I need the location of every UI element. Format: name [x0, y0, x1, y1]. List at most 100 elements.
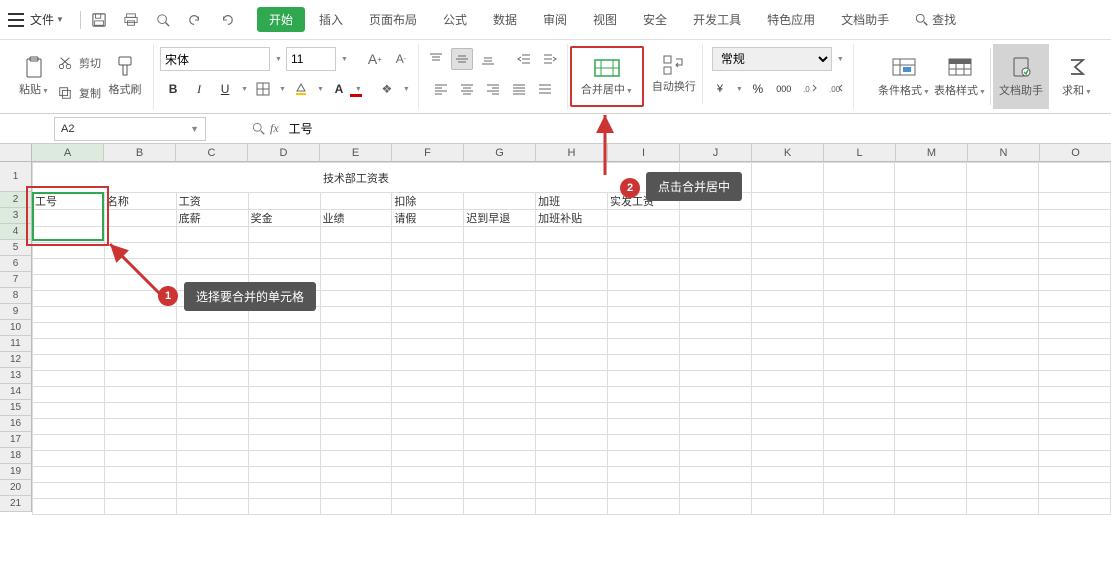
undo-icon[interactable]: [185, 10, 205, 30]
cells-table[interactable]: 技术部工资表 工号 名称 工资 扣除 加班 实发工资 底薪 奖金 业绩 请假: [32, 162, 1111, 515]
tab-insert[interactable]: 插入: [307, 7, 355, 32]
row-header-12[interactable]: 12: [0, 352, 32, 368]
col-header-E[interactable]: E: [320, 144, 392, 162]
row-header-3[interactable]: 3: [0, 208, 32, 224]
underline-button[interactable]: U: [214, 78, 236, 100]
comma-button[interactable]: 000: [773, 78, 795, 100]
col-header-O[interactable]: O: [1040, 144, 1111, 162]
row-header-6[interactable]: 6: [0, 256, 32, 272]
row-header-13[interactable]: 13: [0, 368, 32, 384]
indent-button[interactable]: [539, 48, 561, 70]
row-header-7[interactable]: 7: [0, 272, 32, 288]
font-shrink-button[interactable]: A-: [390, 48, 412, 70]
row-header-11[interactable]: 11: [0, 336, 32, 352]
bold-button[interactable]: B: [162, 78, 184, 100]
row-header-21[interactable]: 21: [0, 496, 32, 512]
inc-decimal-button[interactable]: .0: [799, 78, 821, 100]
preview-icon[interactable]: [153, 10, 173, 30]
cell-H2[interactable]: 加班: [536, 193, 608, 210]
row-header-9[interactable]: 9: [0, 304, 32, 320]
cell-D3[interactable]: 奖金: [248, 210, 320, 227]
col-header-D[interactable]: D: [248, 144, 320, 162]
align-bottom-button[interactable]: [477, 48, 499, 70]
col-header-J[interactable]: J: [680, 144, 752, 162]
border-button[interactable]: [252, 78, 274, 100]
cell-A2[interactable]: 工号: [33, 193, 105, 210]
paste-button[interactable]: 粘贴▼: [12, 44, 56, 104]
cell-title[interactable]: 技术部工资表: [33, 163, 680, 193]
wrap-text-button[interactable]: 自动换行: [646, 44, 703, 104]
sum-button[interactable]: 求和▼: [1049, 44, 1105, 109]
col-header-N[interactable]: N: [968, 144, 1040, 162]
conditional-format-button[interactable]: 条件格式▼: [876, 44, 932, 109]
table-style-button[interactable]: 表格样式▼: [932, 44, 988, 109]
cell-B2[interactable]: 名称: [104, 193, 176, 210]
col-header-G[interactable]: G: [464, 144, 536, 162]
file-menu[interactable]: 文件 ▼: [8, 11, 64, 28]
tab-review[interactable]: 审阅: [531, 7, 579, 32]
copy-button[interactable]: 复制: [58, 78, 101, 108]
row-header-14[interactable]: 14: [0, 384, 32, 400]
row-headers[interactable]: 1 2 3 4 5 6 7 8 9 10 11 12 13 14 15 16 1…: [0, 162, 32, 512]
row-header-16[interactable]: 16: [0, 416, 32, 432]
col-header-I[interactable]: I: [608, 144, 680, 162]
fx-icon[interactable]: fx: [270, 121, 279, 136]
format-painter-button[interactable]: 格式刷: [103, 44, 147, 104]
tab-home[interactable]: 开始: [257, 7, 305, 32]
cut-button[interactable]: 剪切: [58, 48, 101, 78]
italic-button[interactable]: I: [188, 78, 210, 100]
doc-helper-button[interactable]: 文档助手: [993, 44, 1049, 109]
row-header-17[interactable]: 17: [0, 432, 32, 448]
font-color-button[interactable]: A: [328, 78, 350, 100]
row-header-10[interactable]: 10: [0, 320, 32, 336]
col-header-M[interactable]: M: [896, 144, 968, 162]
percent-button[interactable]: %: [747, 78, 769, 100]
font-name-input[interactable]: [160, 47, 270, 71]
col-header-A[interactable]: A: [32, 144, 104, 162]
dec-decimal-button[interactable]: .00: [825, 78, 847, 100]
tab-view[interactable]: 视图: [581, 7, 629, 32]
cell-F2[interactable]: 扣除: [392, 193, 464, 210]
row-header-19[interactable]: 19: [0, 464, 32, 480]
align-left-button[interactable]: [430, 78, 452, 100]
tab-data[interactable]: 数据: [481, 7, 529, 32]
currency-button[interactable]: ¥: [709, 78, 731, 100]
row-header-18[interactable]: 18: [0, 448, 32, 464]
tab-dochelper[interactable]: 文档助手: [829, 7, 901, 32]
zoom-icon[interactable]: [252, 122, 266, 136]
align-top-button[interactable]: [425, 48, 447, 70]
row-header-4[interactable]: 4: [0, 224, 32, 240]
fill-color-button[interactable]: [290, 78, 312, 100]
align-middle-button[interactable]: [451, 48, 473, 70]
align-right-button[interactable]: [482, 78, 504, 100]
row-header-2[interactable]: 2: [0, 192, 32, 208]
tab-security[interactable]: 安全: [631, 7, 679, 32]
print-icon[interactable]: [121, 10, 141, 30]
row-header-8[interactable]: 8: [0, 288, 32, 304]
align-justify-button[interactable]: [508, 78, 530, 100]
font-size-input[interactable]: [286, 47, 336, 71]
row-header-1[interactable]: 1: [0, 162, 32, 192]
col-header-K[interactable]: K: [752, 144, 824, 162]
tab-special[interactable]: 特色应用: [755, 7, 827, 32]
cell-G3[interactable]: 迟到早退: [464, 210, 536, 227]
find-button[interactable]: 查找: [915, 11, 956, 28]
row-header-15[interactable]: 15: [0, 400, 32, 416]
zoom-char-button[interactable]: ❖: [376, 78, 398, 100]
number-format-select[interactable]: 常规: [712, 47, 832, 71]
name-box[interactable]: A2 ▼: [54, 117, 206, 141]
tab-formulas[interactable]: 公式: [431, 7, 479, 32]
cell-C3[interactable]: 底薪: [176, 210, 248, 227]
select-all-corner[interactable]: [0, 144, 32, 162]
row-header-5[interactable]: 5: [0, 240, 32, 256]
row-header-20[interactable]: 20: [0, 480, 32, 496]
outdent-button[interactable]: [513, 48, 535, 70]
column-headers[interactable]: A B C D E F G H I J K L M N O: [32, 144, 1111, 162]
cell-E3[interactable]: 业绩: [320, 210, 392, 227]
redo-icon[interactable]: [217, 10, 237, 30]
cell-F3[interactable]: 请假: [392, 210, 464, 227]
align-center-button[interactable]: [456, 78, 478, 100]
cell-C2[interactable]: 工资: [176, 193, 248, 210]
tab-page-layout[interactable]: 页面布局: [357, 7, 429, 32]
font-grow-button[interactable]: A+: [364, 48, 386, 70]
